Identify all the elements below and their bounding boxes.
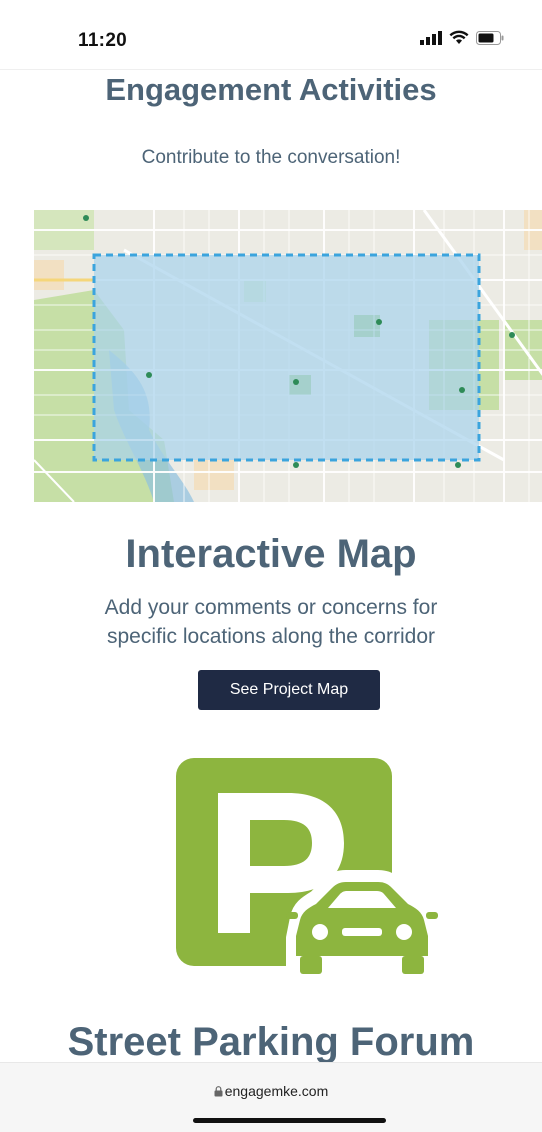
page-title: Engagement Activities [105, 72, 437, 107]
page-subtitle: Contribute to the conversation! [141, 147, 401, 168]
project-map-image[interactable] [34, 210, 542, 502]
signal-icon [420, 30, 442, 45]
browser-bar: engagemke.com [0, 1062, 542, 1132]
parking-car-icon[interactable] [176, 758, 440, 988]
wifi-icon [449, 30, 469, 44]
url-bar[interactable]: engagemke.com [0, 1083, 542, 1099]
status-bar: 11:20 [0, 0, 542, 70]
lock-icon [214, 1086, 223, 1097]
interactive-map-title: Interactive Map [125, 532, 417, 576]
home-indicator[interactable] [193, 1118, 386, 1123]
interactive-map-description-line2: specific locations along the corridor [106, 625, 435, 648]
status-icons [420, 30, 504, 45]
street-parking-forum-title: Street Parking Forum [67, 1020, 475, 1064]
see-project-map-button[interactable]: See Project Map [198, 670, 380, 710]
battery-icon [476, 30, 504, 45]
interactive-map-description-line1: Add your comments or concerns for [104, 596, 438, 619]
url-text: engagemke.com [224, 1083, 329, 1099]
status-time: 11:20 [78, 30, 128, 51]
